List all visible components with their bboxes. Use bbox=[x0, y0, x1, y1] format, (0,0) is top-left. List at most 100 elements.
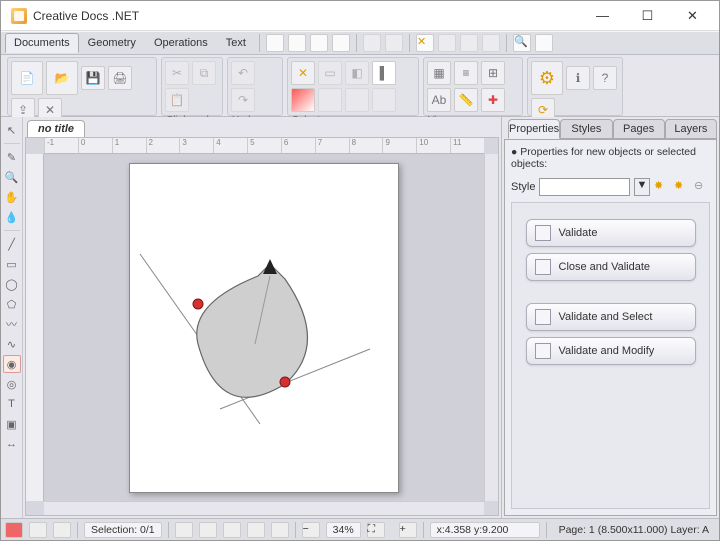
view-align-button[interactable]: ≡ bbox=[454, 61, 478, 85]
zoom-in-button[interactable]: + bbox=[399, 522, 417, 538]
app-title: Creative Docs .NET bbox=[33, 9, 580, 23]
style-select[interactable] bbox=[539, 178, 630, 196]
save-icon[interactable] bbox=[310, 34, 328, 52]
menu-geometry[interactable]: Geometry bbox=[79, 33, 145, 53]
open-doc-button[interactable]: 📂 bbox=[46, 61, 78, 95]
ellipse-tool[interactable]: ◯ bbox=[3, 275, 21, 293]
freehand-tool[interactable]: 〰 bbox=[3, 315, 21, 333]
print-button[interactable]: 🖨 bbox=[108, 66, 132, 90]
help-button[interactable]: ? bbox=[593, 66, 617, 90]
select-misc2-button[interactable] bbox=[372, 88, 396, 112]
style-dropdown-icon[interactable]: ▼ bbox=[634, 178, 650, 196]
menu-documents[interactable]: Documents bbox=[5, 33, 79, 53]
menu-operations[interactable]: Operations bbox=[145, 33, 217, 53]
pointer-tool[interactable]: ↖ bbox=[3, 121, 21, 139]
tab-pages[interactable]: Pages bbox=[613, 119, 665, 139]
select-fill2-button[interactable] bbox=[291, 88, 315, 112]
zoom-icon[interactable]: 🔍 bbox=[513, 34, 531, 52]
tool-icon[interactable] bbox=[482, 34, 500, 52]
picker-tool[interactable]: 💧 bbox=[3, 208, 21, 226]
ribbon-group-config: ⚙ ℹ ? ⟳ Config. bbox=[527, 57, 623, 116]
status-icon-2[interactable] bbox=[29, 522, 47, 538]
line-tool[interactable]: ╱ bbox=[3, 235, 21, 253]
dimension-tool[interactable]: ↔ bbox=[3, 435, 21, 453]
zoom-tool[interactable]: 🔍 bbox=[3, 168, 21, 186]
close-validate-button[interactable]: Close and Validate bbox=[526, 253, 696, 281]
validate-select-icon bbox=[535, 309, 551, 325]
validate-select-button[interactable]: Validate and Select bbox=[526, 303, 696, 331]
style-remove-icon[interactable]: ⊖ bbox=[694, 179, 710, 195]
canvas[interactable] bbox=[44, 154, 484, 501]
validate-modify-button[interactable]: Validate and Modify bbox=[526, 337, 696, 365]
redo-button[interactable]: ↷ bbox=[231, 88, 255, 112]
settings-button[interactable]: ⚙ bbox=[531, 61, 563, 95]
copy-button[interactable]: ⧉ bbox=[192, 61, 216, 85]
cut-button[interactable]: ✂ bbox=[165, 61, 189, 85]
style-gear2-icon[interactable]: ✸ bbox=[674, 179, 690, 195]
grid-icon[interactable] bbox=[535, 34, 553, 52]
undo-icon[interactable] bbox=[438, 34, 456, 52]
drawn-shape[interactable] bbox=[130, 164, 400, 494]
select-cross-button[interactable]: ✕ bbox=[291, 61, 315, 85]
tab-layers[interactable]: Layers bbox=[665, 119, 717, 139]
cut-icon[interactable] bbox=[363, 34, 381, 52]
select-all-button[interactable]: ▭ bbox=[318, 61, 342, 85]
select-misc1-button[interactable] bbox=[345, 88, 369, 112]
menu-text[interactable]: Text bbox=[217, 33, 255, 53]
maximize-button[interactable]: ☐ bbox=[625, 2, 670, 30]
rect-tool[interactable]: ▭ bbox=[3, 255, 21, 273]
status-icon-6[interactable] bbox=[223, 522, 241, 538]
select-fill1-button[interactable]: ▌ bbox=[372, 61, 396, 85]
view-text-button[interactable]: Ab bbox=[427, 88, 451, 112]
spiral-tool[interactable]: ◎ bbox=[3, 375, 21, 393]
status-icon-5[interactable] bbox=[199, 522, 217, 538]
text-tool[interactable]: T bbox=[3, 395, 21, 413]
status-icon-8[interactable] bbox=[271, 522, 289, 538]
hand-tool[interactable]: ✋ bbox=[3, 188, 21, 206]
polygon-tool[interactable]: ⬠ bbox=[3, 295, 21, 313]
new-icon[interactable] bbox=[266, 34, 284, 52]
redo-icon[interactable] bbox=[460, 34, 478, 52]
page[interactable] bbox=[129, 163, 399, 493]
open-icon[interactable] bbox=[288, 34, 306, 52]
style-gear1-icon[interactable]: ✸ bbox=[654, 179, 670, 195]
tab-styles[interactable]: Styles bbox=[560, 119, 612, 139]
selection-info: Selection: 0/1 bbox=[84, 522, 162, 538]
select-invert-button[interactable]: ◧ bbox=[345, 61, 369, 85]
select-fill3-button[interactable] bbox=[318, 88, 342, 112]
undo-button[interactable]: ↶ bbox=[231, 61, 255, 85]
document-tab[interactable]: no title bbox=[27, 120, 85, 137]
close-button[interactable]: ✕ bbox=[670, 2, 715, 30]
status-icon-3[interactable] bbox=[53, 522, 71, 538]
view-grid-button[interactable]: ▦ bbox=[427, 61, 451, 85]
status-icon-7[interactable] bbox=[247, 522, 265, 538]
paste-button[interactable]: 📋 bbox=[165, 88, 189, 112]
tab-properties[interactable]: Properties bbox=[508, 119, 560, 139]
info-button[interactable]: ℹ bbox=[566, 66, 590, 90]
coords-info: x:4.358 y:9.200 bbox=[430, 522, 540, 538]
copy-icon[interactable] bbox=[385, 34, 403, 52]
view-snap-button[interactable]: ⊞ bbox=[481, 61, 505, 85]
titlebar: Creative Docs .NET — ☐ ✕ bbox=[1, 1, 719, 31]
view-cross-button[interactable]: ✚ bbox=[481, 88, 505, 112]
cross-icon[interactable]: ✕ bbox=[416, 34, 434, 52]
curve-tool[interactable]: ∿ bbox=[3, 335, 21, 353]
zoom-fit-button[interactable]: ⛶ bbox=[367, 522, 385, 538]
app-icon bbox=[11, 8, 27, 24]
image-tool[interactable]: ▣ bbox=[3, 415, 21, 433]
save-button[interactable]: 💾 bbox=[81, 66, 105, 90]
scrollbar-horizontal[interactable] bbox=[44, 501, 484, 515]
edit-tool[interactable]: ✎ bbox=[3, 148, 21, 166]
validate-button[interactable]: Validate bbox=[526, 219, 696, 247]
status-icon-1[interactable] bbox=[5, 522, 23, 538]
zoom-out-button[interactable]: − bbox=[302, 522, 320, 538]
scrollbar-vertical[interactable] bbox=[484, 154, 498, 501]
print-icon[interactable] bbox=[332, 34, 350, 52]
zoom-value[interactable]: 34% bbox=[326, 522, 361, 538]
view-ruler-button[interactable]: 📏 bbox=[454, 88, 478, 112]
status-icon-4[interactable] bbox=[175, 522, 193, 538]
new-doc-button[interactable]: 📄 bbox=[11, 61, 43, 95]
minimize-button[interactable]: — bbox=[580, 2, 625, 30]
toolbox: ↖ ✎ 🔍 ✋ 💧 ╱ ▭ ◯ ⬠ 〰 ∿ ◉ ◎ T ▣ ↔ bbox=[1, 117, 23, 518]
shape-tool[interactable]: ◉ bbox=[3, 355, 21, 373]
